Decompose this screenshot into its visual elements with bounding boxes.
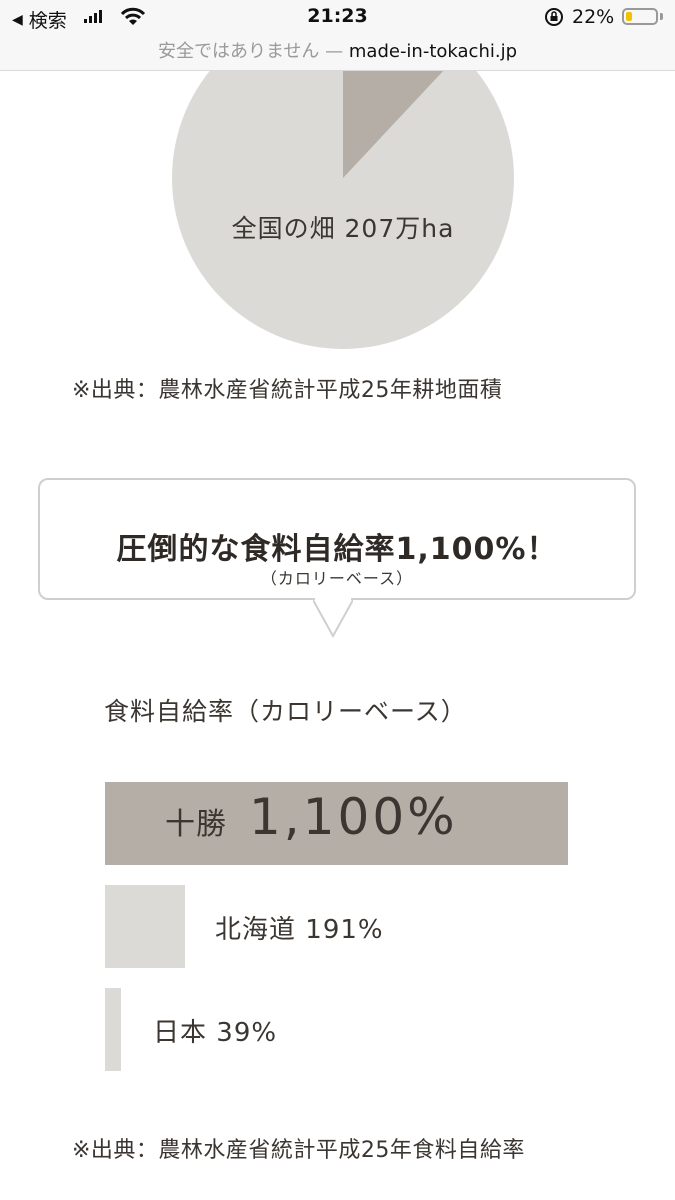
- value-label: 1,100%: [249, 788, 458, 846]
- bar-label-japan: 日本 39%: [153, 1012, 277, 1049]
- security-warning: 安全ではありません —: [157, 41, 349, 62]
- category-label: 日本: [153, 1018, 208, 1048]
- page: ◀ 検索 21:23 22% 安全ではありません — made-in-tokac…: [0, 0, 675, 1200]
- rotation-lock-icon: [545, 8, 563, 26]
- battery-tip: [660, 13, 663, 20]
- url-domain: made-in-tokachi.jp: [348, 41, 518, 62]
- browser-top-bar: ◀ 検索 21:23 22% 安全ではありません — made-in-tokac…: [0, 0, 675, 71]
- chart-title: 食料自給率（カロリーベース）: [104, 697, 467, 726]
- headline-bubble: 圧倒的な食料自給率1,100%！ （カロリーベース）: [38, 478, 636, 600]
- bar-label-hokkaido: 北海道 191%: [215, 909, 384, 946]
- value-label: 39%: [216, 1018, 278, 1048]
- source-note-farmland: ※出典：農林水産省統計平成25年耕地面積: [72, 378, 503, 403]
- bar-japan: [105, 988, 121, 1071]
- self-sufficiency-bar-chart: 十勝 1,100% 北海道 191% 日本 39%: [105, 770, 575, 1090]
- pie-label: 全国の畑 207万ha: [231, 214, 455, 243]
- bubble-tail: [313, 596, 353, 639]
- battery-level: [626, 12, 633, 21]
- value-label: 191%: [305, 915, 384, 945]
- battery-icon: [622, 8, 658, 25]
- headline-subtitle: （カロリーベース）: [260, 569, 414, 588]
- bar-label-tokachi: 十勝 1,100%: [165, 788, 458, 846]
- battery-percent: 22%: [572, 6, 615, 28]
- category-label: 十勝: [165, 807, 227, 842]
- address-bar[interactable]: 安全ではありません — made-in-tokachi.jp: [0, 37, 675, 63]
- bar-hokkaido: [105, 885, 185, 968]
- source-note-self-sufficiency: ※出典：農林水産省統計平成25年食料自給率: [72, 1138, 525, 1163]
- headline-title: 圧倒的な食料自給率1,100%！: [116, 532, 558, 567]
- category-label: 北海道: [215, 915, 297, 945]
